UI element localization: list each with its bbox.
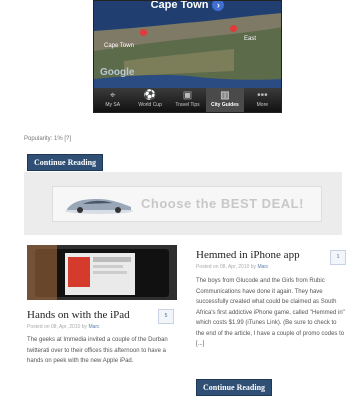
car-icon [65,199,133,214]
tab-label: Travel Tips [175,102,200,108]
suitcase-icon: ▣ [182,90,193,101]
post-title-hemmed-in[interactable]: Hemmed in iPhone app [196,249,300,261]
post-meta-ipad: Posted on 08, Apr, 2010 by Marc [27,324,100,330]
post-excerpt-hemmed-in: The boys from Glucode and the Girls from… [196,278,345,347]
ipad-photo[interactable] [27,245,177,300]
more-dots-icon: ••• [257,90,268,101]
bar-chart-icon: ▥ [220,90,230,101]
tab-label: My SA [105,102,121,108]
tab-world-cup[interactable]: ⚽ World Cup [131,88,168,112]
map-pin-icon: ⌖ [109,90,116,101]
disclosure-arrow-icon[interactable]: › [212,1,225,11]
ad-banner[interactable]: Choose the BEST DEAL! [52,186,322,222]
map-pin-right-icon[interactable] [230,25,237,32]
continue-reading-button[interactable]: Continue Reading [196,379,273,396]
post-title-ipad[interactable]: Hands on with the iPad [27,309,130,321]
post-meta-hemmed-in: Posted on 08, Apr, 2010 by Marc [196,264,269,270]
tab-my-sa[interactable]: ⌖ My SA [94,88,131,112]
ad-text: Choose the BEST DEAL! [141,196,304,211]
tab-city-guides[interactable]: ▥ City Guides [206,88,244,112]
popularity-text: Popularity: 1% [?] [24,136,72,142]
post-excerpt-ipad: The geeks at Immedia invited a couple of… [27,337,168,364]
author-link[interactable]: Marc [257,264,268,270]
continue-reading-button[interactable]: Continue Reading [27,154,104,171]
ipad-photo-image [27,245,177,300]
comment-count-badge[interactable]: 1 [330,250,346,265]
map-label-city: Cape Town [104,43,134,49]
tab-label: World Cup [138,102,162,108]
map-screenshot: Cape Town › Cape Town East Google ⌖ My SA ⚽… [93,0,282,113]
tab-more[interactable]: ••• More [244,88,281,112]
tab-label: City Guides [211,102,239,108]
tab-bar: ⌖ My SA ⚽ World Cup ▣ Travel Tips ▥ City Guides… [94,88,281,112]
tab-travel-tips[interactable]: ▣ Travel Tips [169,88,206,112]
tab-label: More [256,102,269,108]
map-label-east: East [244,36,257,42]
map-title: Cape Town › [94,1,281,11]
soccer-ball-icon: ⚽ [143,90,157,101]
author-link[interactable]: Marc [88,324,99,330]
comment-count-badge[interactable]: 5 [158,309,174,324]
map-pin-left-icon[interactable] [140,29,147,36]
map-brand-logo: Google [100,67,135,78]
